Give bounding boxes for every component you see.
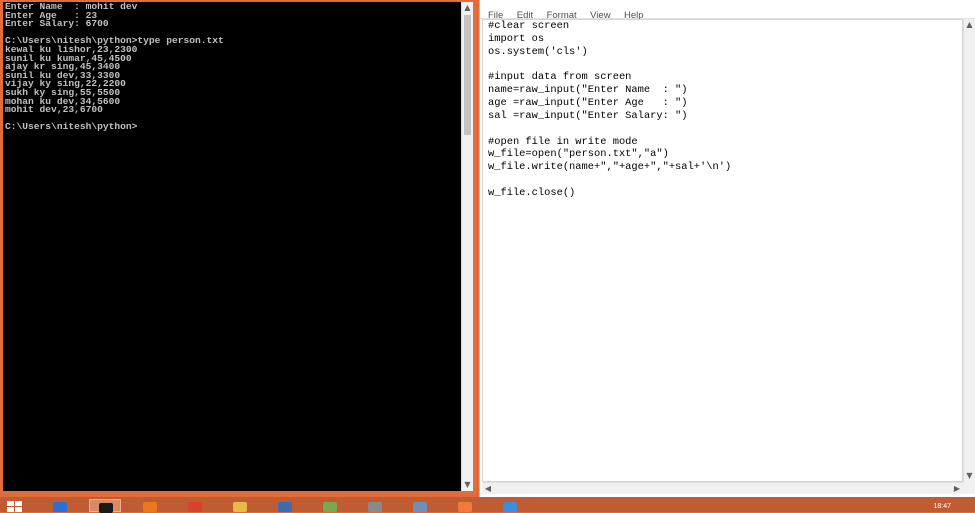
media-icon xyxy=(458,502,472,512)
taskbar-app-button[interactable] xyxy=(314,499,346,512)
editor-vertical-scrollbar[interactable]: ▲ ▼ xyxy=(963,19,975,482)
taskbar-app-button[interactable] xyxy=(134,499,166,512)
console-text: Enter Name : mohit dev Enter Age : 23 En… xyxy=(5,2,224,133)
scroll-right-icon[interactable]: ▶ xyxy=(951,483,963,495)
drive-icon xyxy=(413,502,427,512)
console-window: Enter Name : mohit dev Enter Age : 23 En… xyxy=(0,0,475,494)
taskbar-app-button[interactable] xyxy=(44,499,76,512)
scroll-thumb[interactable] xyxy=(464,15,471,135)
ie-icon xyxy=(503,502,517,512)
gallery-icon xyxy=(323,502,337,512)
menu-bar: File Edit Format View Help xyxy=(480,0,975,21)
taskbar-app-button[interactable] xyxy=(224,499,256,512)
windows-logo-icon xyxy=(7,501,14,506)
taskbar-app-button[interactable] xyxy=(179,499,211,512)
taskbar-app-button[interactable] xyxy=(359,499,391,512)
console-scrollbar[interactable]: ▲ ▼ xyxy=(461,2,473,491)
monitor-icon xyxy=(53,502,67,512)
chrome-icon xyxy=(188,502,202,512)
notepad-window: File Edit Format View Help #clear screen… xyxy=(479,0,975,497)
taskbar-app-button[interactable] xyxy=(494,499,526,512)
taskbar-app-button[interactable] xyxy=(269,499,301,512)
size-grip[interactable] xyxy=(963,482,975,494)
scroll-left-icon[interactable]: ◀ xyxy=(482,483,494,495)
text-editor[interactable]: #clear screen import os os.system('cls')… xyxy=(482,19,963,482)
app-icon xyxy=(278,502,292,512)
taskbar-app-button[interactable] xyxy=(404,499,436,512)
taskbar-app-button[interactable] xyxy=(89,499,121,513)
firefox-icon xyxy=(143,502,157,512)
scroll-down-icon[interactable]: ▼ xyxy=(462,479,473,491)
clock[interactable]: 18:47 xyxy=(933,503,951,510)
console-output[interactable]: Enter Name : mohit dev Enter Age : 23 En… xyxy=(3,2,461,491)
start-button[interactable] xyxy=(4,498,24,512)
scroll-up-icon[interactable]: ▲ xyxy=(462,2,473,14)
scroll-down-icon[interactable]: ▼ xyxy=(964,470,975,482)
editor-horizontal-scrollbar[interactable]: ◀ ▶ xyxy=(482,482,963,494)
tool-icon xyxy=(368,502,382,512)
taskbar: 18:47 xyxy=(0,497,975,513)
folder-icon xyxy=(233,502,247,512)
scroll-up-icon[interactable]: ▲ xyxy=(964,19,975,31)
taskbar-app-button[interactable] xyxy=(449,499,481,512)
editor-text: #clear screen import os os.system('cls')… xyxy=(488,20,732,199)
